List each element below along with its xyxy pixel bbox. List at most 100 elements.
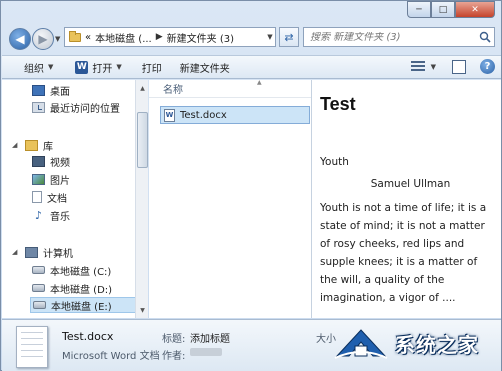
print-label: 打印 bbox=[141, 63, 162, 75]
new-folder-label: 新建文件夹 bbox=[179, 63, 230, 75]
forward-button[interactable]: ▶ bbox=[32, 28, 54, 50]
refresh-icon: ⇄ bbox=[284, 30, 294, 44]
details-author-label: 作者: bbox=[162, 351, 186, 362]
nav-item-pictures[interactable]: 图片 bbox=[32, 171, 70, 187]
details-title-label: 标题: bbox=[162, 334, 186, 345]
preview-pane-icon[interactable] bbox=[452, 59, 466, 74]
nav-item-recent-places[interactable]: 最近访问的位置 bbox=[32, 99, 120, 115]
drive-icon bbox=[33, 301, 46, 309]
scroll-up-icon[interactable]: ▲ bbox=[136, 82, 149, 94]
nav-item-desktop[interactable]: 桌面 bbox=[32, 82, 70, 98]
column-header-label: 名称 bbox=[163, 85, 183, 96]
nav-item-libraries[interactable]: ◢ 库 bbox=[12, 137, 53, 153]
nav-item-videos[interactable]: 视频 bbox=[32, 153, 70, 169]
new-folder-button[interactable]: 新建文件夹 bbox=[170, 56, 238, 78]
video-icon bbox=[32, 155, 45, 167]
details-file-type: Microsoft Word 文档 bbox=[62, 351, 160, 362]
nav-item-drive-c[interactable]: 本地磁盘 (C:) bbox=[32, 262, 111, 278]
nav-item-label: 本地磁盘 (C:) bbox=[50, 266, 112, 278]
maximize-button[interactable]: □ bbox=[431, 1, 455, 18]
caption-buttons: ─ □ ✕ bbox=[407, 1, 495, 19]
search-box[interactable] bbox=[303, 27, 495, 47]
breadcrumb-overflow[interactable]: « bbox=[85, 32, 91, 43]
nav-item-documents[interactable]: 文档 bbox=[32, 189, 67, 205]
nav-item-label: 本地磁盘 (E:) bbox=[51, 301, 112, 313]
nav-item-label: 最近访问的位置 bbox=[50, 103, 120, 115]
chevron-down-icon: ▼ bbox=[116, 63, 122, 71]
preview-author: Samuel Ullman bbox=[370, 178, 451, 190]
explorer-window: ─ □ ✕ ◀ ▶ ▼ « 本地磁盘 (... ▶ 新建文件夹 (3) ▼ ⇄ … bbox=[0, 0, 502, 371]
computer-icon bbox=[25, 246, 38, 258]
sort-caret-icon: ▲ bbox=[257, 79, 262, 86]
document-thumbnail bbox=[16, 326, 48, 368]
view-controls: ▼ ? bbox=[410, 59, 495, 74]
details-author-field[interactable] bbox=[190, 347, 222, 358]
drive-icon bbox=[32, 284, 45, 292]
music-icon: ♪ bbox=[34, 208, 43, 222]
documents-icon bbox=[32, 191, 42, 203]
folder-icon bbox=[69, 30, 81, 42]
print-button[interactable]: 打印 bbox=[130, 56, 170, 78]
scrollbar-thumb[interactable] bbox=[137, 112, 148, 168]
help-icon[interactable]: ? bbox=[480, 59, 495, 74]
details-file-name: Test.docx bbox=[62, 330, 114, 343]
chevron-down-icon[interactable]: ▼ bbox=[431, 63, 436, 71]
nav-item-label: 计算机 bbox=[43, 248, 73, 260]
navigation-scrollbar[interactable]: ▲ ▼ bbox=[135, 80, 148, 318]
close-button[interactable]: ✕ bbox=[455, 1, 495, 18]
back-button[interactable]: ◀ bbox=[9, 28, 31, 50]
word-icon: W bbox=[75, 60, 89, 74]
watermark: 系统之家 bbox=[333, 326, 479, 360]
recent-places-icon bbox=[32, 101, 45, 113]
file-list: 名称 ▲ W Test.docx bbox=[149, 79, 311, 318]
nav-item-drive-e[interactable]: 本地磁盘 (E:) bbox=[30, 297, 135, 313]
preview-heading: Youth bbox=[320, 156, 349, 168]
nav-item-computer[interactable]: ◢ 计算机 bbox=[12, 244, 73, 260]
minimize-button[interactable]: ─ bbox=[407, 1, 431, 18]
preview-body: Youth is not a time of life; it is a sta… bbox=[320, 202, 487, 304]
refresh-button[interactable]: ⇄ bbox=[279, 27, 299, 47]
list-item[interactable]: W Test.docx bbox=[160, 106, 310, 124]
column-header-name[interactable]: 名称 ▲ bbox=[149, 79, 311, 98]
file-name: Test.docx bbox=[180, 109, 227, 121]
nav-item-music[interactable]: ♪ 音乐 bbox=[32, 207, 70, 223]
chevron-down-icon: ▼ bbox=[48, 63, 54, 71]
breadcrumb-local-disk[interactable]: 本地磁盘 (... bbox=[95, 30, 152, 45]
forward-arrow-icon: ▶ bbox=[38, 32, 48, 46]
recent-pages-dropdown[interactable]: ▼ bbox=[55, 35, 60, 43]
nav-item-label: 图片 bbox=[50, 175, 70, 187]
nav-item-label: 音乐 bbox=[50, 211, 70, 223]
drive-icon bbox=[32, 266, 45, 274]
details-title-field[interactable]: 添加标题 bbox=[190, 330, 230, 345]
navigation-pane: 桌面 最近访问的位置 ◢ 库 视频 图片 文档 ♪ 音乐 ◢ 计算机 本地磁盘 … bbox=[2, 80, 136, 318]
breadcrumb-separator-icon[interactable]: ▶ bbox=[156, 32, 163, 42]
nav-item-label: 本地磁盘 (D:) bbox=[50, 284, 113, 296]
nav-item-drive-d[interactable]: 本地磁盘 (D:) bbox=[32, 280, 112, 296]
breadcrumb-new-folder[interactable]: 新建文件夹 (3) bbox=[167, 30, 234, 45]
views-icon[interactable] bbox=[410, 60, 425, 73]
nav-item-label: 文档 bbox=[47, 193, 67, 205]
library-icon bbox=[25, 139, 38, 151]
search-input[interactable] bbox=[310, 31, 476, 43]
collapse-icon[interactable]: ◢ bbox=[12, 141, 20, 149]
pictures-icon bbox=[32, 173, 45, 185]
organize-button[interactable]: 组织 ▼ bbox=[2, 56, 61, 78]
command-bar: 组织 ▼ W 打开 ▼ 打印 新建文件夹 ▼ ? bbox=[2, 55, 501, 79]
address-bar[interactable]: « 本地磁盘 (... ▶ 新建文件夹 (3) bbox=[64, 27, 276, 47]
address-history-dropdown[interactable]: ▼ bbox=[264, 28, 276, 46]
open-button[interactable]: W 打开 ▼ bbox=[61, 56, 129, 78]
word-document-icon: W bbox=[164, 108, 175, 122]
nav-item-label: 视频 bbox=[50, 157, 70, 169]
back-arrow-icon: ◀ bbox=[15, 32, 25, 46]
desktop-icon bbox=[32, 84, 45, 96]
nav-item-label: 库 bbox=[43, 141, 53, 153]
open-label: 打开 bbox=[92, 63, 113, 75]
preview-title: Test bbox=[320, 94, 356, 114]
watermark-text: 系统之家 bbox=[395, 332, 479, 357]
search-icon[interactable] bbox=[476, 31, 494, 43]
organize-label: 组织 bbox=[24, 63, 44, 75]
collapse-icon[interactable]: ◢ bbox=[12, 248, 20, 256]
scroll-down-icon[interactable]: ▼ bbox=[136, 304, 149, 316]
preview-pane: Test Youth Samuel Ullman Youth is not a … bbox=[311, 80, 501, 318]
watermark-logo-icon bbox=[334, 329, 388, 359]
